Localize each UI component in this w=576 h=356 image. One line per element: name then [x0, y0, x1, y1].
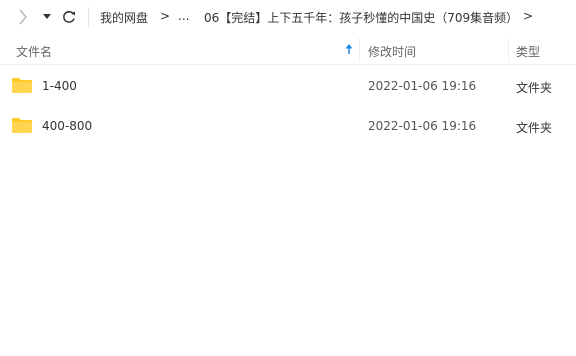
column-header-name[interactable]: 文件名: [16, 43, 52, 60]
sort-button[interactable]: [345, 44, 353, 58]
breadcrumb-ellipsis[interactable]: ...: [178, 9, 189, 23]
chevron-right-icon: [19, 9, 27, 25]
file-type: 文件夹: [516, 121, 553, 135]
column-header-modified[interactable]: 修改时间: [368, 43, 416, 60]
history-dropdown-button[interactable]: [40, 8, 54, 26]
file-name[interactable]: 1-400: [42, 79, 77, 93]
folder-icon: [12, 118, 32, 133]
arrow-up-icon: [345, 44, 353, 54]
column-divider[interactable]: [359, 38, 360, 62]
toolbar-divider: [88, 7, 89, 27]
file-type: 文件夹: [516, 81, 553, 95]
file-name[interactable]: 400-800: [42, 119, 92, 133]
back-button[interactable]: [14, 8, 32, 26]
file-row[interactable]: 1-400 2022-01-06 19:16 文件夹: [0, 66, 576, 104]
file-modified: 2022-01-06 19:16: [368, 79, 477, 93]
breadcrumb-current[interactable]: 06【完结】上下五千年：孩子秒懂的中国史（709集音频）: [204, 9, 518, 26]
refresh-icon: [63, 10, 75, 23]
caret-down-icon: [43, 14, 51, 19]
column-divider[interactable]: [508, 38, 509, 62]
folder-icon: [12, 78, 32, 93]
column-header-type[interactable]: 类型: [516, 43, 540, 60]
file-list-header: 文件名 修改时间 类型: [0, 36, 576, 65]
breadcrumb-separator: >: [160, 9, 171, 23]
refresh-button[interactable]: [60, 8, 78, 26]
toolbar: 我的网盘 > ... 06【完结】上下五千年：孩子秒懂的中国史（709集音频） …: [0, 0, 576, 34]
breadcrumb-separator: >: [523, 9, 534, 23]
file-modified: 2022-01-06 19:16: [368, 119, 477, 133]
file-row[interactable]: 400-800 2022-01-06 19:16 文件夹: [0, 106, 576, 144]
breadcrumb-root[interactable]: 我的网盘: [100, 9, 148, 26]
